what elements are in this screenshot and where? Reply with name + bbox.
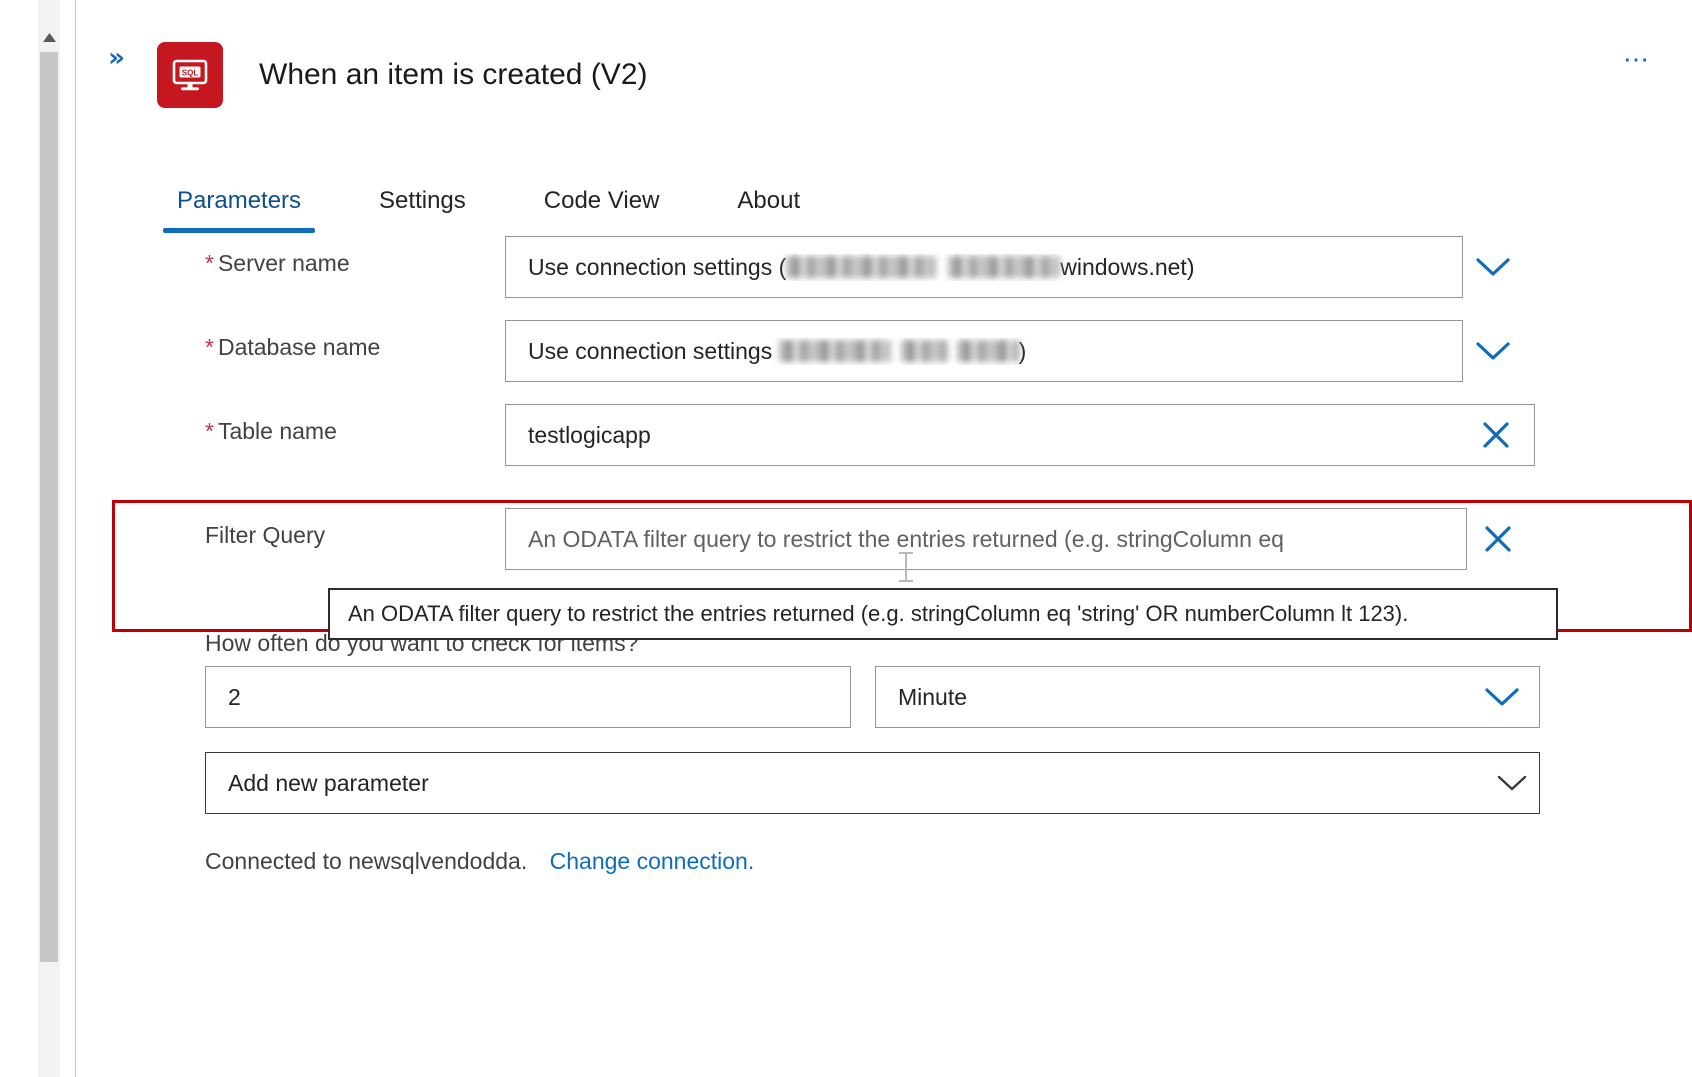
field-row-server-name: * Server name Use connection settings (wi… [77, 236, 1692, 320]
tab-label: Settings [379, 187, 466, 214]
required-asterisk: * [205, 250, 214, 276]
add-new-parameter-label: Add new parameter [228, 769, 429, 796]
page-title: When an item is created (V2) [259, 58, 648, 91]
vertical-scrollbar-thumb[interactable] [40, 52, 58, 962]
ellipsis-icon: ⋯ [1623, 44, 1651, 74]
filter-query-input[interactable]: An ODATA filter query to restrict the en… [505, 508, 1467, 570]
add-new-parameter-select[interactable]: Add new parameter [205, 752, 1540, 814]
redacted-text [900, 339, 947, 362]
database-name-value: Use connection settings ) [528, 337, 1027, 364]
table-name-input[interactable]: testlogicapp [505, 404, 1535, 466]
field-row-database-name: * Database name Use connection settings ) [77, 320, 1692, 404]
recurrence-frequency-value: Minute [898, 683, 968, 710]
panel-tablist: Parameters Settings Code View About [163, 155, 814, 233]
filter-query-tooltip: An ODATA filter query to restrict the en… [328, 588, 1558, 640]
server-name-value: Use connection settings (windows.net) [528, 253, 1195, 280]
filter-query-label: Filter Query [205, 522, 326, 548]
tab-label: About [737, 187, 801, 214]
tab-settings[interactable]: Settings [365, 169, 480, 233]
tooltip-text: An ODATA filter query to restrict the en… [348, 601, 1409, 626]
server-name-control: Use connection settings (windows.net) [505, 236, 1692, 298]
recurrence-frequency-chevron-down-icon[interactable] [1482, 666, 1522, 728]
recurrence-interval-value: 2 [228, 683, 241, 710]
recurrence-row: 2 Minute [77, 666, 1692, 728]
collapse-panel-button[interactable]: » [97, 40, 133, 76]
field-row-filter-query: Filter Query An ODATA filter query to re… [77, 508, 1692, 592]
table-name-value: testlogicapp [528, 421, 651, 448]
required-asterisk: * [205, 334, 214, 360]
server-name-input[interactable]: Use connection settings (windows.net) [505, 236, 1463, 298]
field-row-table-name: * Table name testlogicapp [77, 404, 1692, 488]
database-name-label: * Database name [205, 334, 381, 360]
filter-query-clear-close-icon[interactable] [1477, 508, 1519, 570]
recurrence-frequency-select[interactable]: Minute [875, 666, 1540, 728]
designer-panel-screen: » SQL When an item is created (V2) ⋯ Par… [0, 0, 1692, 1077]
tab-parameters[interactable]: Parameters [163, 169, 316, 233]
tab-code-view[interactable]: Code View [530, 169, 674, 233]
filter-query-control: An ODATA filter query to restrict the en… [505, 508, 1692, 570]
redacted-text [956, 339, 1019, 362]
redacted-text [778, 339, 891, 362]
redacted-text [948, 255, 1061, 278]
redacted-text [786, 255, 937, 278]
change-connection-link[interactable]: Change connection. [550, 848, 755, 874]
table-name-label: * Table name [205, 418, 337, 444]
tab-label: Code View [543, 187, 660, 214]
connection-status: Connected to newsqlvendodda. Change conn… [205, 846, 754, 876]
database-name-input[interactable]: Use connection settings ) [505, 320, 1463, 382]
database-name-dropdown-chevron-down-icon[interactable] [1473, 320, 1513, 382]
panel-header: » SQL When an item is created (V2) ⋯ [77, 0, 1692, 150]
scroll-up-arrow-icon[interactable] [38, 26, 60, 48]
database-name-control: Use connection settings ) [505, 320, 1692, 382]
add-new-parameter-chevron-down-icon [1497, 753, 1527, 813]
more-options-button[interactable]: ⋯ [1618, 42, 1656, 76]
svg-text:SQL: SQL [182, 68, 199, 77]
required-asterisk: * [205, 418, 214, 444]
tab-about[interactable]: About [723, 169, 814, 233]
action-details-panel: » SQL When an item is created (V2) ⋯ Par… [77, 0, 1692, 1077]
table-name-control: testlogicapp [505, 404, 1692, 466]
connection-status-text: Connected to newsqlvendodda. [205, 848, 528, 874]
recurrence-interval-input[interactable]: 2 [205, 666, 851, 728]
sql-server-icon: SQL [157, 42, 223, 108]
server-name-dropdown-chevron-down-icon[interactable] [1473, 236, 1513, 298]
server-name-label: * Server name [205, 250, 350, 276]
chevron-double-right-icon: » [108, 43, 125, 73]
table-name-clear-close-icon[interactable] [1475, 404, 1517, 466]
filter-query-placeholder: An ODATA filter query to restrict the en… [528, 525, 1284, 552]
canvas-gutter [0, 0, 76, 1077]
text-cursor-icon [899, 552, 913, 582]
tab-label: Parameters [177, 187, 302, 214]
